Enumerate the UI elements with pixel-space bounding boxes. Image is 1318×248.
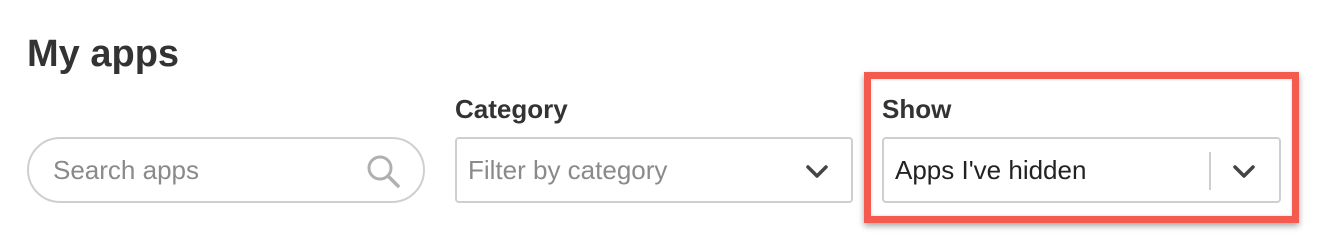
show-select-value: Apps I've hidden bbox=[895, 155, 1087, 185]
category-select-placeholder: Filter by category bbox=[468, 155, 668, 185]
page-title: My apps bbox=[27, 33, 180, 75]
show-select[interactable]: Apps I've hidden bbox=[882, 137, 1281, 203]
category-select[interactable]: Filter by category bbox=[455, 137, 853, 203]
category-label: Category bbox=[455, 94, 568, 124]
chevron-down-icon[interactable] bbox=[1231, 162, 1257, 180]
search-box[interactable] bbox=[27, 137, 425, 203]
select-divider bbox=[1209, 152, 1211, 190]
search-input[interactable] bbox=[53, 154, 363, 186]
search-icon[interactable] bbox=[365, 153, 401, 189]
chevron-down-icon[interactable] bbox=[804, 162, 830, 180]
show-label: Show bbox=[882, 94, 952, 124]
my-apps-page: My apps Category Filter by category Show… bbox=[0, 0, 1318, 248]
